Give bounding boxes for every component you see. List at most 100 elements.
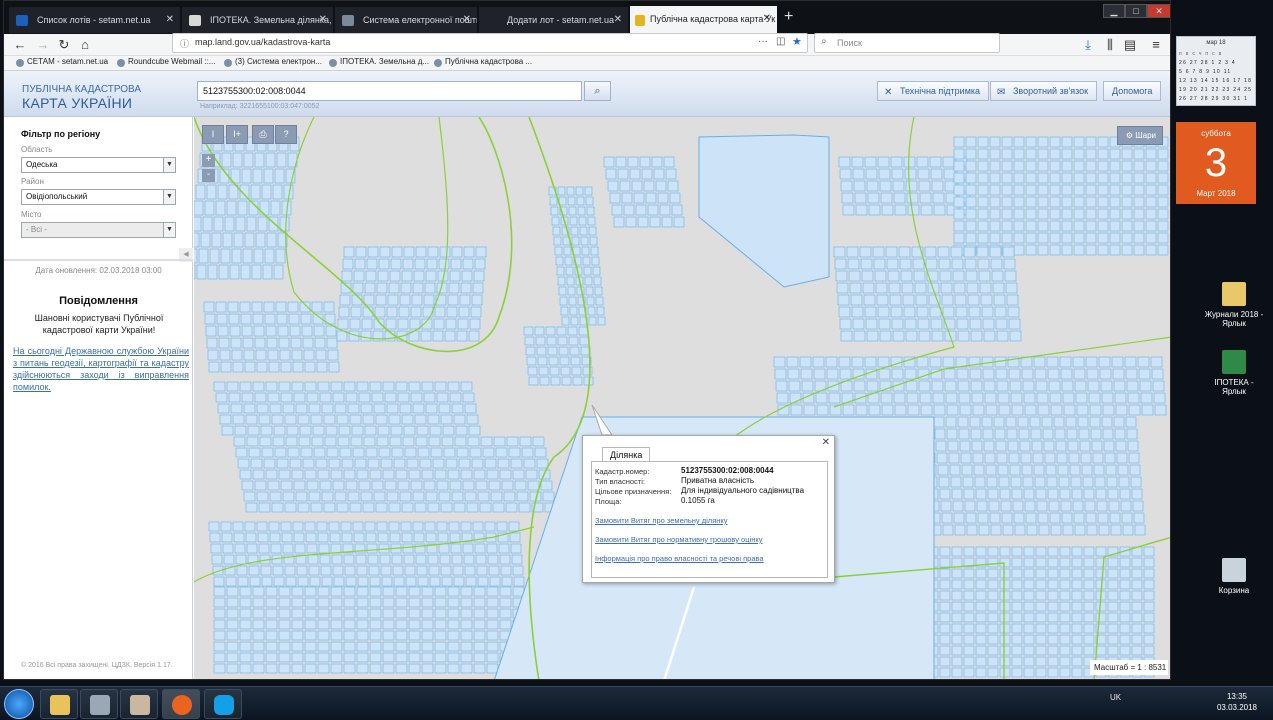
parcel[interactable] xyxy=(278,381,291,392)
parcel[interactable] xyxy=(405,576,417,587)
parcel[interactable] xyxy=(865,318,878,330)
parcel[interactable] xyxy=(941,294,954,306)
parcel[interactable] xyxy=(953,512,965,524)
parcel[interactable] xyxy=(963,546,975,557)
parcel[interactable] xyxy=(872,246,885,258)
parcel[interactable] xyxy=(1061,232,1073,244)
parcel[interactable] xyxy=(226,619,239,630)
parcel[interactable] xyxy=(252,469,265,480)
parcel[interactable] xyxy=(592,266,601,276)
parcel[interactable] xyxy=(943,168,956,180)
parcel[interactable] xyxy=(265,381,278,392)
parcel[interactable] xyxy=(868,204,881,216)
parcel[interactable] xyxy=(547,346,558,356)
parcel[interactable] xyxy=(367,458,380,469)
parcel[interactable] xyxy=(977,232,989,244)
parcel[interactable] xyxy=(987,546,999,557)
parcel[interactable] xyxy=(1047,579,1059,590)
parcel[interactable] xyxy=(915,294,928,306)
parcel[interactable] xyxy=(992,282,1005,294)
parcel[interactable] xyxy=(597,316,606,326)
parcel[interactable] xyxy=(1095,546,1107,557)
parcel[interactable] xyxy=(421,608,434,619)
parcel[interactable] xyxy=(1097,220,1109,232)
parcel[interactable] xyxy=(999,546,1011,557)
parcel[interactable] xyxy=(278,469,291,480)
parcel[interactable] xyxy=(463,554,475,565)
parcel[interactable] xyxy=(267,392,280,403)
parcel[interactable] xyxy=(1072,500,1084,512)
parcel[interactable] xyxy=(885,246,898,258)
parcel[interactable] xyxy=(1047,488,1059,500)
parcel[interactable] xyxy=(456,447,469,458)
parcel[interactable] xyxy=(1143,557,1155,568)
parcel[interactable] xyxy=(462,480,475,491)
parcel[interactable] xyxy=(1139,380,1152,392)
parcel[interactable] xyxy=(245,414,258,425)
parcel[interactable] xyxy=(243,152,254,168)
parcel[interactable] xyxy=(475,246,487,258)
parcel[interactable] xyxy=(441,576,453,587)
parcel[interactable] xyxy=(1037,404,1050,416)
parcel[interactable] xyxy=(209,532,221,543)
parcel[interactable] xyxy=(360,403,373,414)
parcel[interactable] xyxy=(395,652,408,663)
parcel[interactable] xyxy=(314,337,326,349)
parcel[interactable] xyxy=(1081,464,1093,476)
parcel[interactable] xyxy=(1157,184,1169,196)
parcel[interactable] xyxy=(982,428,994,440)
parcel[interactable] xyxy=(459,294,471,306)
parcel[interactable] xyxy=(254,480,267,491)
parcel[interactable] xyxy=(1085,244,1097,256)
parcel[interactable] xyxy=(447,608,460,619)
parcel[interactable] xyxy=(890,306,903,318)
parcel[interactable] xyxy=(421,597,434,608)
taskbar-explorer[interactable] xyxy=(40,689,78,719)
parcel[interactable] xyxy=(960,452,972,464)
parcel[interactable] xyxy=(561,316,570,326)
parcel[interactable] xyxy=(252,641,265,652)
popup-tab-parcel[interactable]: Ділянка xyxy=(602,447,651,462)
parcel[interactable] xyxy=(375,502,388,513)
parcel[interactable] xyxy=(965,160,977,172)
parcel[interactable] xyxy=(965,196,977,208)
parcel[interactable] xyxy=(1073,368,1086,380)
parcel[interactable] xyxy=(291,641,304,652)
parcel[interactable] xyxy=(356,597,369,608)
parcel[interactable] xyxy=(462,543,474,554)
parcel[interactable] xyxy=(1001,148,1013,160)
parcel[interactable] xyxy=(252,663,265,674)
parcel[interactable] xyxy=(1022,476,1034,488)
parcel[interactable] xyxy=(266,232,277,248)
parcel[interactable] xyxy=(1119,612,1131,623)
parcel[interactable] xyxy=(317,630,330,641)
parcel[interactable] xyxy=(525,469,538,480)
parcel[interactable] xyxy=(965,232,977,244)
parcel[interactable] xyxy=(263,458,276,469)
print-icon[interactable]: ⎙ xyxy=(252,125,274,144)
parcel[interactable] xyxy=(445,458,458,469)
parcel[interactable] xyxy=(486,543,498,554)
parcel[interactable] xyxy=(503,491,516,502)
parcel[interactable] xyxy=(1152,380,1165,392)
parcel[interactable] xyxy=(1071,579,1083,590)
parcel[interactable] xyxy=(1071,557,1083,568)
parcel[interactable] xyxy=(880,192,893,204)
parcel[interactable] xyxy=(951,488,963,500)
parcel[interactable] xyxy=(1133,160,1145,172)
parcel[interactable] xyxy=(1061,208,1073,220)
tab-setam-lots[interactable]: Список лотів - setam.net.ua ✕ xyxy=(9,7,181,33)
parcel[interactable] xyxy=(215,392,228,403)
parcel[interactable] xyxy=(887,270,900,282)
parcel[interactable] xyxy=(438,491,451,502)
parcel[interactable] xyxy=(975,601,987,612)
parcel[interactable] xyxy=(916,356,929,368)
parcel[interactable] xyxy=(1013,220,1025,232)
parcel[interactable] xyxy=(939,623,951,634)
parcel[interactable] xyxy=(280,521,292,532)
parcel[interactable] xyxy=(358,392,371,403)
parcel[interactable] xyxy=(410,306,422,318)
library-icon[interactable]: ⫼ xyxy=(1101,36,1119,54)
info-icon[interactable]: ⓘ xyxy=(180,37,189,50)
parcel[interactable] xyxy=(939,590,951,601)
